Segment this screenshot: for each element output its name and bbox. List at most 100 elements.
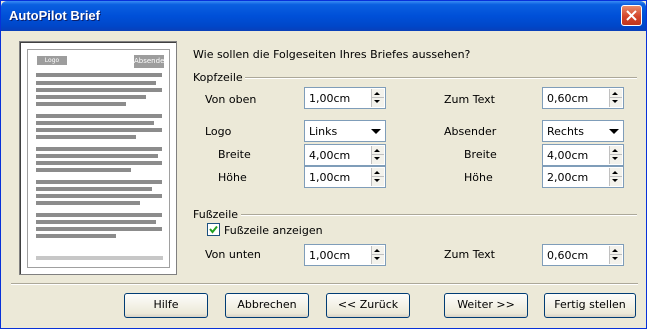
from-top-label: Von oben — [205, 93, 257, 106]
spin-up-icon[interactable] — [374, 149, 380, 152]
logo-height-stepper[interactable] — [371, 168, 384, 186]
preview-line — [36, 194, 162, 198]
preview-line — [36, 180, 162, 184]
from-bottom-value[interactable]: 1,00cm — [309, 249, 350, 262]
spin-down-icon[interactable] — [612, 157, 618, 160]
spin-up-icon[interactable] — [612, 92, 618, 95]
sender-position-select[interactable]: Rechts — [542, 120, 624, 142]
header-to-text-stepper[interactable] — [609, 89, 622, 107]
preview-sender: Absender — [134, 55, 167, 68]
header-to-text-label: Zum Text — [444, 93, 495, 106]
preview-line — [36, 220, 156, 224]
sender-height-spinner[interactable]: 2,00cm — [542, 166, 624, 188]
footer-to-text-stepper[interactable] — [609, 246, 622, 264]
from-top-stepper[interactable] — [371, 89, 384, 107]
spin-down-icon[interactable] — [374, 157, 380, 160]
logo-label: Logo — [205, 125, 232, 138]
from-top-value[interactable]: 1,00cm — [309, 92, 350, 105]
logo-height-spinner[interactable]: 1,00cm — [304, 166, 386, 188]
sender-width-stepper[interactable] — [609, 146, 622, 164]
preview-line — [36, 213, 162, 217]
preview-line — [36, 102, 126, 106]
spin-down-icon[interactable] — [612, 100, 618, 103]
spin-down-icon[interactable] — [374, 100, 380, 103]
preview-line — [36, 154, 158, 158]
preview-line — [36, 168, 131, 172]
logo-height-value[interactable]: 1,00cm — [309, 171, 350, 184]
footer-group-line — [241, 214, 637, 216]
logo-width-label: Breite — [218, 148, 251, 161]
sender-dropdown-button[interactable] — [605, 122, 622, 140]
from-bottom-label: Von unten — [205, 248, 261, 261]
title-bar[interactable]: AutoPilot Brief — [1, 1, 646, 31]
preview-line — [36, 201, 140, 205]
sender-height-label: Höhe — [464, 171, 493, 184]
show-footer-checkbox[interactable] — [207, 223, 220, 236]
spin-up-icon[interactable] — [612, 171, 618, 174]
footer-to-text-spinner[interactable]: 0,60cm — [542, 244, 624, 266]
logo-width-spinner[interactable]: 4,00cm — [304, 144, 386, 166]
logo-width-value[interactable]: 4,00cm — [309, 149, 350, 162]
logo-width-stepper[interactable] — [371, 146, 384, 164]
preview-line — [36, 88, 162, 92]
preview-line — [36, 161, 162, 165]
sender-height-stepper[interactable] — [609, 168, 622, 186]
cancel-button[interactable]: Abbrechen — [225, 293, 309, 318]
preview-line — [36, 227, 162, 231]
sender-width-label: Breite — [464, 148, 497, 161]
preview-line — [36, 147, 162, 151]
sender-width-spinner[interactable]: 4,00cm — [542, 144, 624, 166]
show-footer-label[interactable]: Fußzeile anzeigen — [224, 224, 323, 237]
header-group-line — [245, 77, 637, 79]
dialog-window: AutoPilot Brief Logo Absender Wie sollen… — [0, 0, 647, 329]
logo-height-label: Höhe — [218, 171, 247, 184]
header-to-text-value[interactable]: 0,60cm — [547, 92, 588, 105]
spin-up-icon[interactable] — [612, 149, 618, 152]
spin-down-icon[interactable] — [374, 257, 380, 260]
spin-down-icon[interactable] — [612, 179, 618, 182]
preview-page: Logo Absender — [27, 49, 170, 268]
chevron-down-icon — [609, 129, 619, 134]
spin-up-icon[interactable] — [374, 171, 380, 174]
spin-down-icon[interactable] — [374, 179, 380, 182]
footer-to-text-value[interactable]: 0,60cm — [547, 249, 588, 262]
header-to-text-spinner[interactable]: 0,60cm — [542, 87, 624, 109]
finish-button[interactable]: Fertig stellen — [544, 293, 636, 318]
header-group-title: Kopfzeile — [193, 71, 243, 84]
preview-line — [36, 81, 156, 85]
logo-dropdown-button[interactable] — [367, 122, 384, 140]
sender-label: Absender — [444, 125, 497, 138]
chevron-down-icon — [371, 129, 381, 134]
spin-down-icon[interactable] — [612, 257, 618, 260]
window-title: AutoPilot Brief — [9, 8, 100, 23]
preview-line — [36, 121, 154, 125]
from-top-spinner[interactable]: 1,00cm — [304, 87, 386, 109]
sender-height-value[interactable]: 2,00cm — [547, 171, 588, 184]
sender-position-value[interactable]: Rechts — [547, 125, 584, 138]
logo-position-select[interactable]: Links — [304, 120, 386, 142]
close-button[interactable] — [621, 5, 642, 26]
sender-width-value[interactable]: 4,00cm — [547, 149, 588, 162]
checkmark-icon — [209, 225, 218, 234]
preview-line — [36, 128, 162, 132]
from-bottom-stepper[interactable] — [371, 246, 384, 264]
from-bottom-spinner[interactable]: 1,00cm — [304, 244, 386, 266]
next-button[interactable]: Weiter >> — [444, 293, 528, 318]
preview-line — [36, 135, 136, 139]
preview-line — [36, 187, 152, 191]
button-separator — [11, 283, 638, 285]
spin-up-icon[interactable] — [374, 249, 380, 252]
spin-up-icon[interactable] — [374, 92, 380, 95]
preview-logo: Logo — [37, 56, 67, 65]
preview-line — [36, 114, 162, 118]
letter-preview: Logo Absender — [19, 41, 177, 275]
close-icon — [626, 10, 637, 21]
preview-line — [36, 234, 116, 238]
preview-line — [36, 95, 146, 99]
spin-up-icon[interactable] — [612, 249, 618, 252]
logo-position-value[interactable]: Links — [309, 125, 337, 138]
back-button[interactable]: << Zurück — [326, 293, 410, 318]
help-button[interactable]: Hilfe — [124, 293, 208, 318]
footer-to-text-label: Zum Text — [444, 248, 495, 261]
footer-group-title: Fußzeile — [193, 208, 239, 221]
